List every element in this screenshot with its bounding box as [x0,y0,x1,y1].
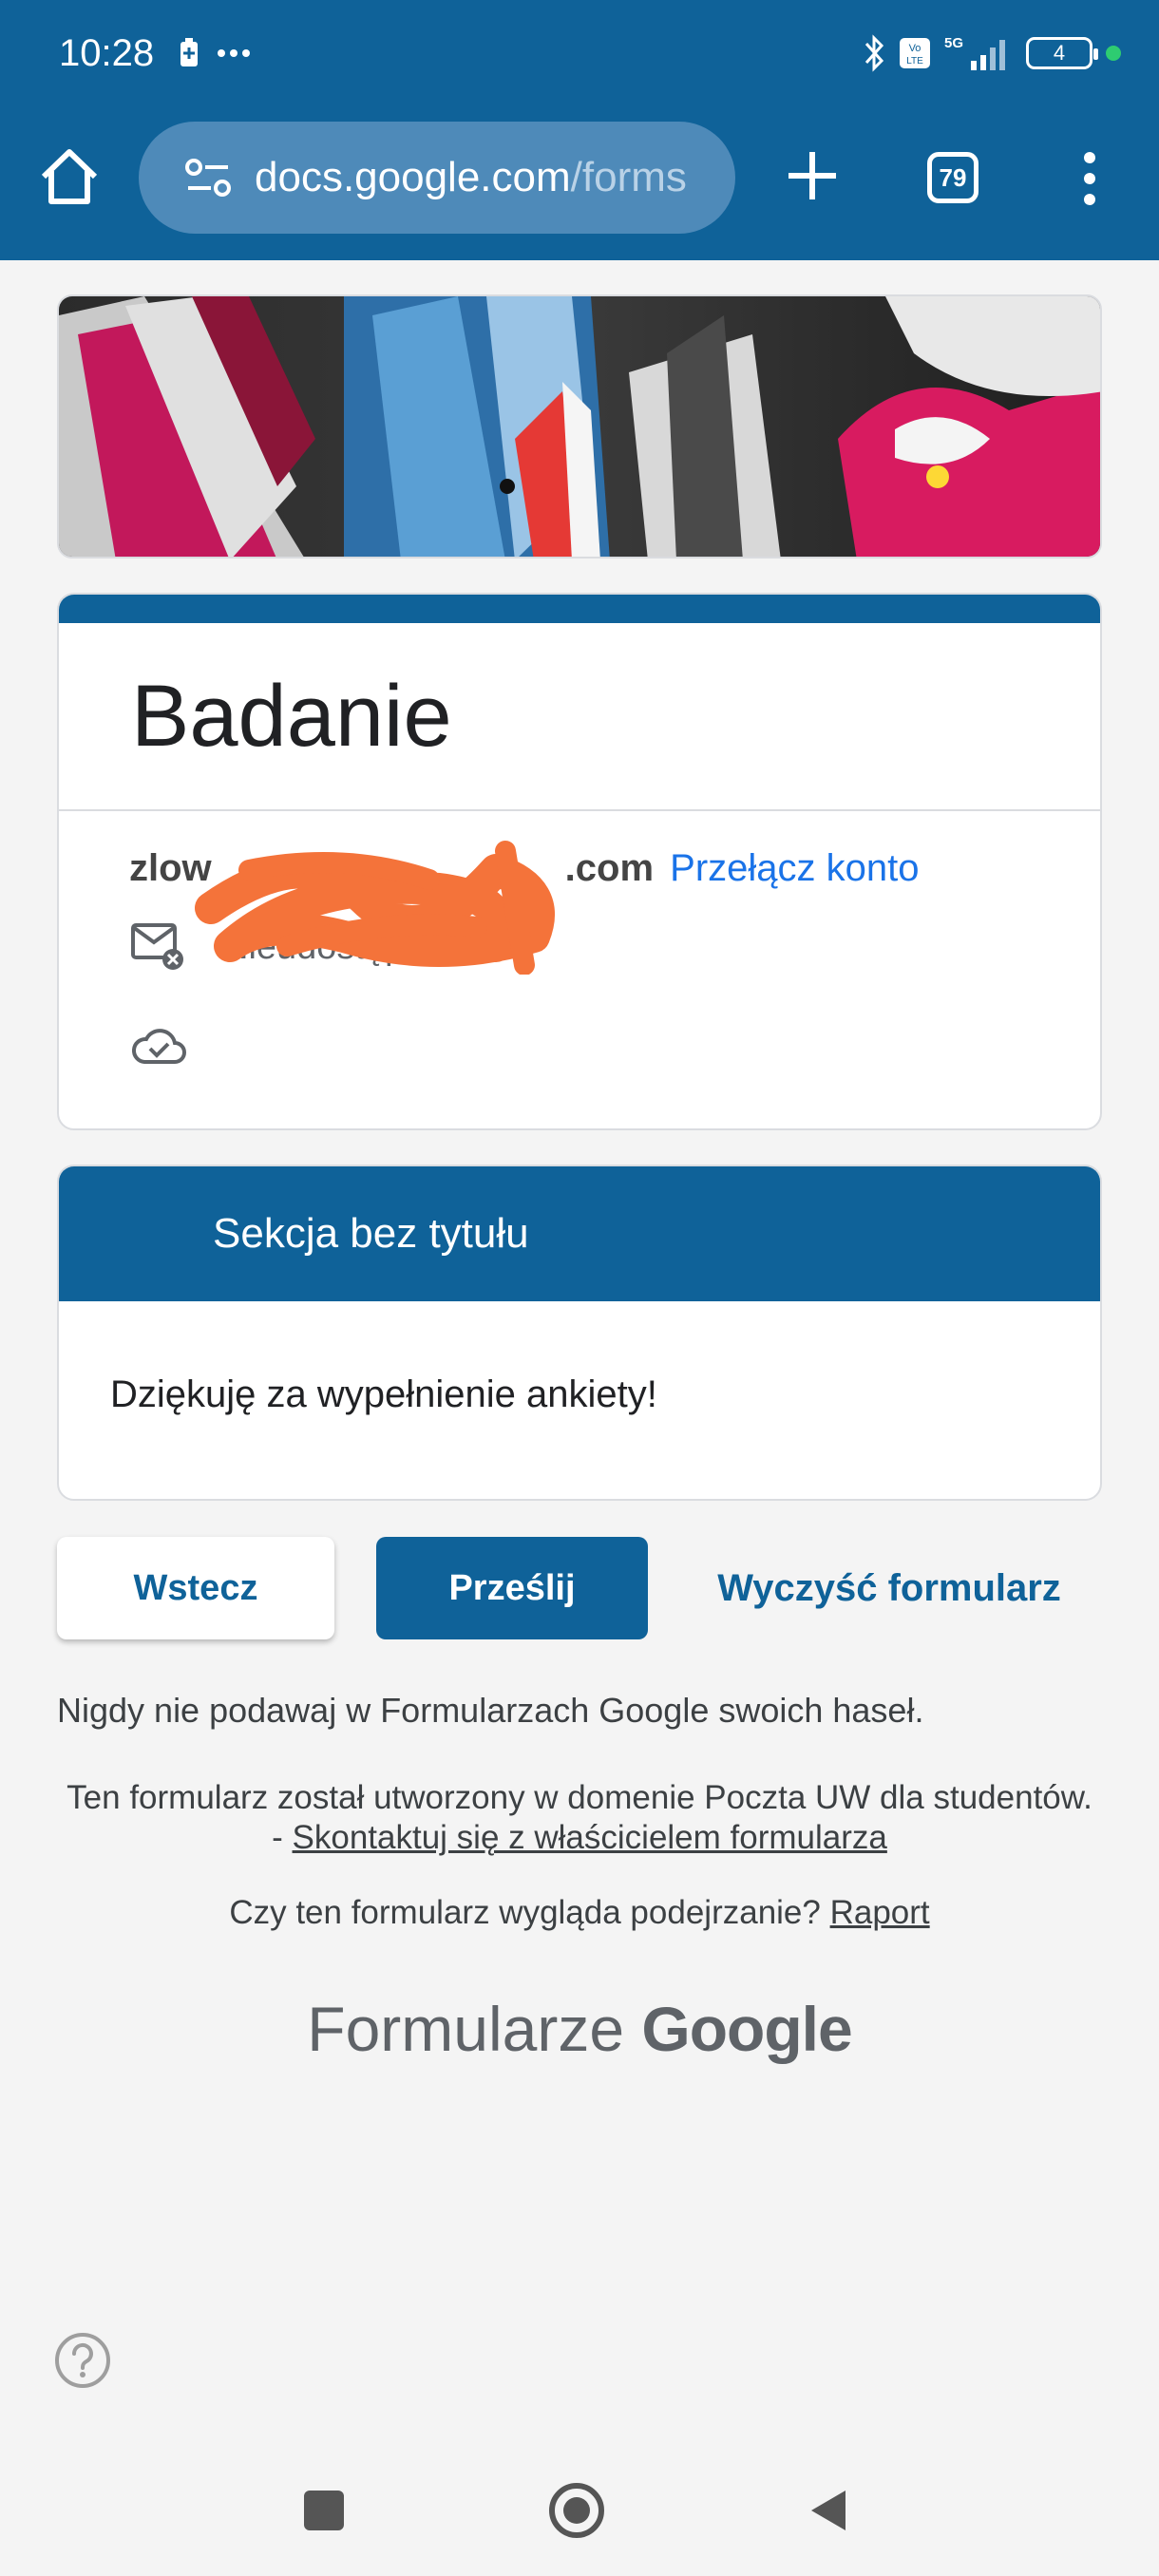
brand-google: Google [641,1994,852,2064]
form-title: Badanie [131,668,452,765]
svg-text:LTE: LTE [906,56,923,66]
tab-switcher-button[interactable]: 79 [927,152,978,203]
recent-apps-button[interactable] [304,2491,344,2530]
painted-hands-image [59,296,1100,557]
volte-icon: Vo LTE [900,38,930,68]
more-notifications-icon [218,49,250,57]
report-link[interactable]: Raport [830,1894,930,1931]
bluetooth-icon [864,34,884,72]
contact-owner-link[interactable]: Skontaktuj się z właścicielem formularza [293,1819,887,1856]
back-button[interactable]: Wstecz [57,1537,334,1639]
title-accent-bar [59,595,1100,623]
google-forms-logo[interactable]: Formularze Google [0,1993,1159,2065]
site-settings-icon[interactable] [184,156,232,199]
switch-account-link[interactable]: Przełącz konto [670,847,919,889]
form-header-image [57,294,1102,559]
url-text[interactable]: docs.google.com/forms [255,154,687,201]
password-warning: Nigdy nie podawaj w Formularzach Google … [57,1691,924,1730]
form-title-card: Badanie zlow .com Przełącz konto Nieudost… [57,593,1102,1130]
svg-text:5G: 5G [944,35,963,51]
svg-text:Vo: Vo [909,43,922,54]
url-host: docs.google.com [255,154,571,200]
more-menu-icon[interactable] [1077,152,1102,205]
home-nav-icon[interactable] [547,2481,606,2540]
status-right-icons: Vo LTE 5G 4 [863,34,1121,72]
battery-saver-icon [180,38,198,66]
title-divider [59,809,1100,811]
new-tab-icon[interactable] [781,144,844,207]
cloud-saved-icon [132,1029,186,1064]
status-time: 10:28 [59,32,155,74]
url-path: /forms [570,154,687,200]
report-line: Czy ten formularz wygląda podejrzanie? R… [57,1894,1102,1932]
thanks-text: Dziękuję za wypełnienie ankiety! [110,1373,657,1415]
suspicious-prefix: Czy ten formularz wygląda podejrzanie? [229,1894,830,1931]
privacy-indicator-dot [1106,46,1121,61]
status-left-icons [179,38,251,68]
battery-icon: 4 [1026,37,1098,69]
email-not-shared-icon [131,923,183,970]
redaction-scribble [195,841,555,975]
created-in-domain-text: Ten formularz został utworzony w domenie… [57,1778,1102,1858]
submit-button[interactable]: Prześlij [376,1537,648,1639]
section-title: Sekcja bez tytułu [59,1166,1100,1301]
section-card: Sekcja bez tytułu Dziękuję za wypełnieni… [57,1165,1102,1501]
browser-toolbar: 10:28 Vo LTE 5G 4 docs.google.com/forms 7… [0,0,1159,260]
address-bar[interactable]: docs.google.com/forms [139,122,735,234]
back-nav-icon[interactable] [808,2487,849,2534]
home-icon[interactable] [36,144,103,211]
signal-icon: 5G [944,35,1005,70]
help-icon[interactable] [53,2331,112,2390]
brand-word: Formularze [307,1994,625,2064]
clear-form-button[interactable]: Wyczyść formularz [690,1537,1089,1639]
